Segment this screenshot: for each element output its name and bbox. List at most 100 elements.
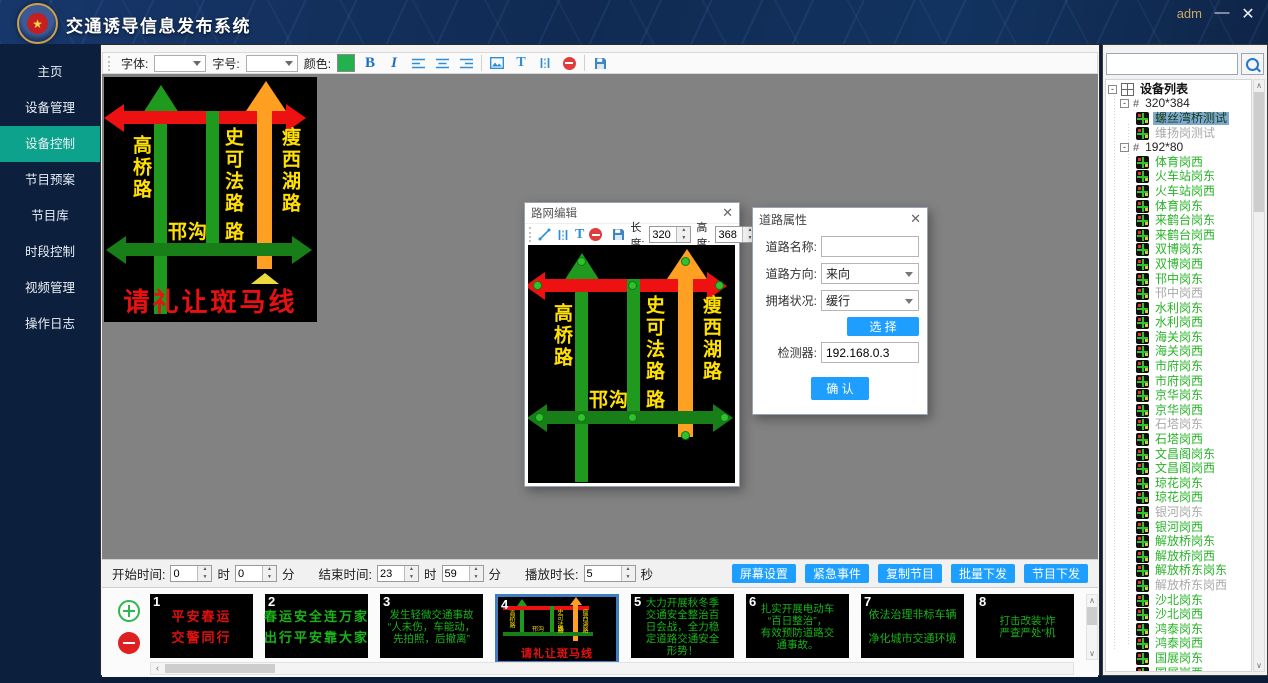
scrollbar-thumb[interactable] (1254, 92, 1264, 212)
search-button[interactable] (1241, 53, 1264, 75)
end-hour-input[interactable] (378, 566, 404, 581)
spin-down[interactable]: ▼ (677, 235, 690, 243)
confirm-button[interactable]: 确 认 (811, 377, 869, 400)
device-node[interactable]: 银河岗东 (1106, 505, 1251, 520)
device-node[interactable]: 京华岗西 (1106, 403, 1251, 418)
align-left-icon[interactable] (409, 54, 427, 72)
spin-down[interactable]: ▼ (622, 574, 635, 582)
device-node[interactable]: 火车站岗东 (1106, 170, 1251, 185)
road-name-input[interactable] (821, 236, 919, 257)
duration-input[interactable] (585, 566, 621, 581)
device-node[interactable]: 邗中岗西 (1106, 286, 1251, 301)
bold-button[interactable]: B (361, 54, 379, 72)
device-tree-scrollbar[interactable]: ∧ ∨ (1253, 79, 1265, 672)
action-button[interactable]: 节目下发 (1024, 564, 1088, 583)
device-node[interactable]: 鸿泰岗东 (1106, 622, 1251, 637)
device-search-input[interactable] (1106, 53, 1238, 75)
scroll-down-arrow[interactable]: ∨ (1087, 648, 1097, 659)
save-icon[interactable] (612, 226, 625, 244)
device-node[interactable]: 邗中岗东 (1106, 272, 1251, 287)
device-node[interactable]: 国展岗东 (1106, 651, 1251, 666)
window-minimize-button[interactable]: — (1212, 4, 1232, 21)
playlist-item[interactable]: 8打击改装“炸严查严处“机 (976, 594, 1074, 658)
playlist-item[interactable]: 7依法治理非标车辆净化城市交通环境 (861, 594, 964, 658)
roadnet-canvas[interactable]: 高桥路 史可法路 瘦西湖路 邗沟 路 (528, 245, 735, 483)
action-button[interactable]: 紧急事件 (805, 564, 869, 583)
start-hour-input[interactable] (171, 566, 197, 581)
spin-down[interactable]: ▼ (405, 574, 418, 582)
playlist-item[interactable]: 1平安春运交警同行 (150, 594, 253, 658)
device-node[interactable]: 鸿泰岗西 (1106, 637, 1251, 652)
device-node[interactable]: 螺丝湾桥测试 (1106, 111, 1251, 126)
control-point[interactable] (681, 431, 690, 440)
device-node[interactable]: 解放桥岗东 (1106, 534, 1251, 549)
spin-up[interactable]: ▲ (198, 566, 211, 574)
draw-line-icon[interactable] (538, 226, 551, 244)
control-point[interactable] (628, 413, 637, 422)
device-node[interactable]: 沙北岗东 (1106, 593, 1251, 608)
align-right-icon[interactable] (457, 54, 475, 72)
device-group-node[interactable]: -#320*384 (1106, 97, 1251, 112)
control-point[interactable] (533, 281, 542, 290)
device-node[interactable]: 水利岗东 (1106, 301, 1251, 316)
sidebar-item[interactable]: 设备控制 (0, 126, 100, 162)
delete-icon[interactable] (589, 226, 602, 244)
sidebar-item[interactable]: 时段控制 (0, 234, 100, 270)
device-node[interactable]: 解放桥东岗西 (1106, 578, 1251, 593)
collapse-toggle[interactable]: - (1108, 85, 1117, 94)
action-button[interactable]: 批量下发 (951, 564, 1015, 583)
device-node[interactable]: 解放桥岗西 (1106, 549, 1251, 564)
control-point[interactable] (577, 413, 586, 422)
dialog-titlebar[interactable]: 道路属性 ✕ (753, 208, 927, 230)
device-node[interactable]: 琼花岗东 (1106, 476, 1251, 491)
device-node[interactable]: 来鹤台岗西 (1106, 228, 1251, 243)
spin-up[interactable]: ▲ (263, 566, 276, 574)
insert-image-icon[interactable] (488, 54, 506, 72)
device-node[interactable]: 来鹤台岗东 (1106, 213, 1251, 228)
device-group-node[interactable]: -#192*80 (1106, 140, 1251, 155)
device-node[interactable]: 文昌阁岗西 (1106, 461, 1251, 476)
control-point[interactable] (715, 281, 724, 290)
congestion-select[interactable]: 缓行 (821, 290, 919, 311)
playlist-vertical-scrollbar[interactable]: ∧ ∨ (1086, 594, 1098, 660)
delete-icon[interactable] (560, 54, 578, 72)
detector-input[interactable] (821, 342, 919, 363)
scroll-down-arrow[interactable]: ∨ (1254, 660, 1264, 671)
close-icon[interactable]: ✕ (722, 205, 733, 221)
start-minute-input[interactable] (236, 566, 262, 581)
italic-button[interactable]: I (385, 54, 403, 72)
road-network-icon[interactable] (536, 54, 554, 72)
device-node[interactable]: 水利岗西 (1106, 316, 1251, 331)
action-button[interactable]: 复制节目 (878, 564, 942, 583)
up-arrow-shaft[interactable] (575, 279, 588, 482)
device-node[interactable]: 银河岗西 (1106, 520, 1251, 535)
spin-down[interactable]: ▼ (470, 574, 483, 582)
control-point[interactable] (681, 257, 690, 266)
font-select[interactable] (154, 55, 206, 72)
road-network-icon[interactable] (556, 226, 570, 244)
device-node[interactable]: 沙北岗西 (1106, 607, 1251, 622)
device-node[interactable]: 市府岗东 (1106, 359, 1251, 374)
device-node[interactable]: 市府岗西 (1106, 374, 1251, 389)
device-node[interactable]: 京华岗东 (1106, 388, 1251, 403)
collapse-toggle[interactable]: - (1120, 143, 1129, 152)
main-canvas[interactable]: 高桥路 史可法路 瘦西湖路 邗沟 路 请礼让斑马线 路网编辑 ✕ T 长度: (102, 74, 1098, 559)
font-size-select[interactable] (246, 55, 298, 72)
text-tool-icon[interactable]: T (512, 54, 530, 72)
playlist-item[interactable]: 3发生轻微交通事故“人未伤，车能动，先拍照，后撤离” (380, 594, 483, 658)
sidebar-item[interactable]: 设备管理 (0, 90, 100, 126)
text-tool-icon[interactable]: T (575, 226, 584, 244)
device-node[interactable]: 双博岗西 (1106, 257, 1251, 272)
playlist-item[interactable]: 2春运安全连万家出行平安靠大家 (265, 594, 368, 658)
height-input[interactable] (716, 227, 742, 242)
sidebar-item[interactable]: 操作日志 (0, 306, 100, 342)
remove-program-button[interactable] (118, 632, 140, 654)
device-node[interactable]: 维扬岗测试 (1106, 126, 1251, 141)
device-node[interactable]: 文昌阁岗东 (1106, 447, 1251, 462)
sidebar-item[interactable]: 视频管理 (0, 270, 100, 306)
color-swatch[interactable] (337, 54, 355, 72)
device-node[interactable]: 体育岗东 (1106, 199, 1251, 214)
device-node[interactable]: 体育岗西 (1106, 155, 1251, 170)
scrollbar-thumb[interactable] (1087, 607, 1097, 625)
control-point[interactable] (720, 413, 729, 422)
